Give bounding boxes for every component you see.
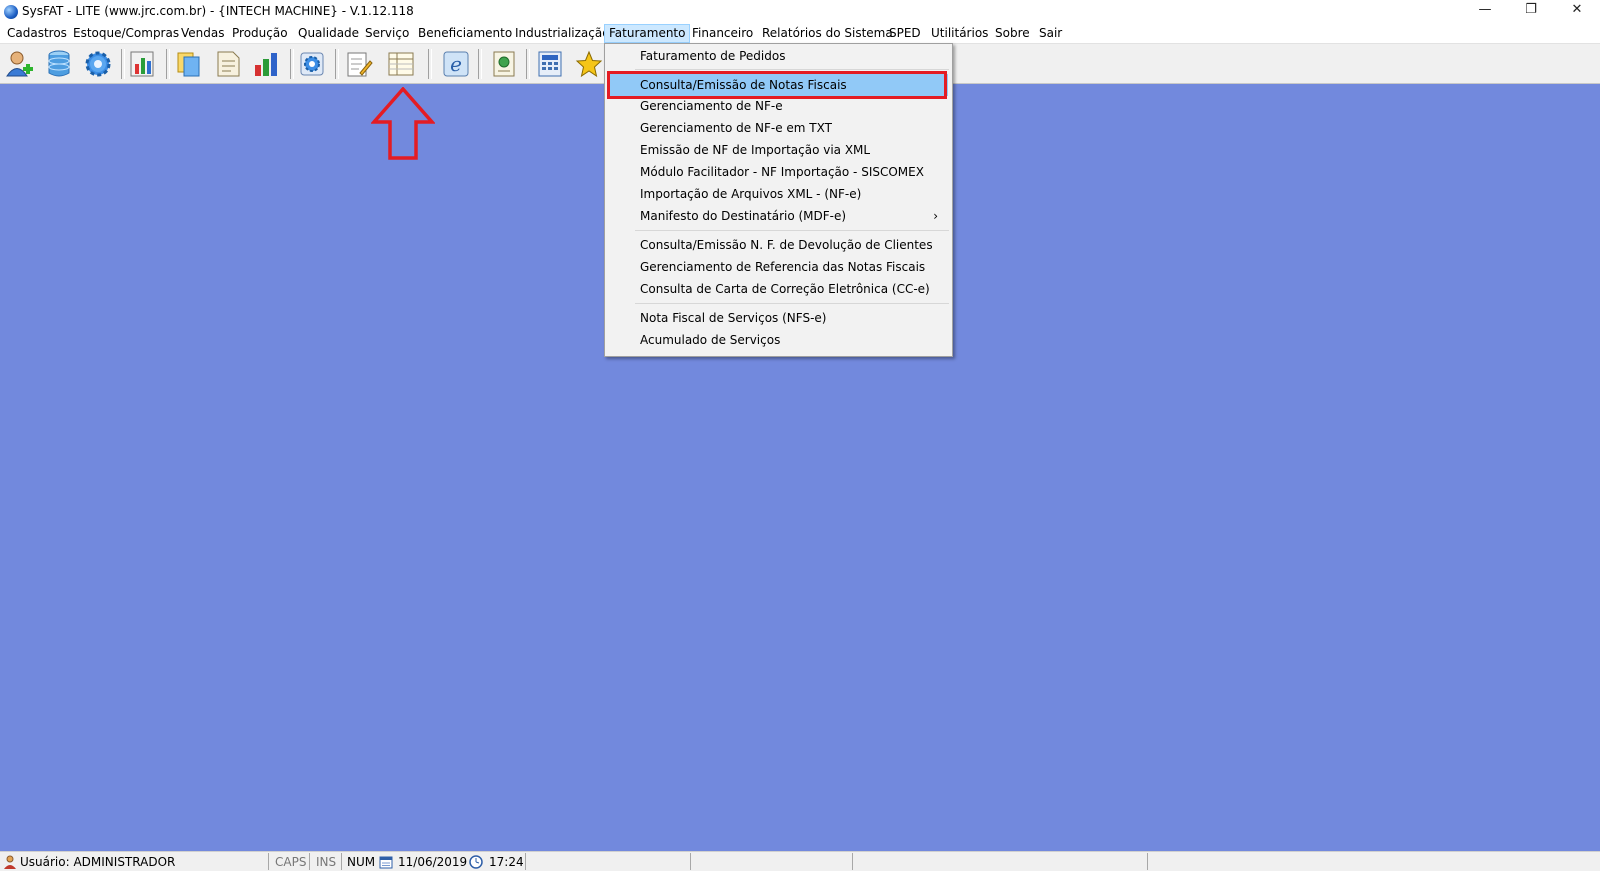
- menu-item-importacao-xml[interactable]: Importação de Arquivos XML - (NF-e): [607, 183, 948, 205]
- minimize-button[interactable]: —: [1462, 0, 1508, 22]
- menu-separator: [635, 303, 949, 304]
- menu-item-carta-correcao[interactable]: Consulta de Carta de Correção Eletrônica…: [607, 278, 948, 300]
- star-icon[interactable]: [574, 49, 604, 79]
- submenu-arrow-icon: ›: [933, 209, 938, 223]
- document-earth-icon[interactable]: [489, 49, 519, 79]
- edit-note-icon[interactable]: [344, 49, 374, 79]
- invoice-list-icon[interactable]: [386, 49, 416, 79]
- toolbar-separator: [121, 49, 125, 79]
- menu-item-gerenciamento-nfe-txt[interactable]: Gerenciamento de NF-e em TXT: [607, 117, 948, 139]
- menu-sair[interactable]: Sair: [1035, 25, 1066, 42]
- folders-icon[interactable]: [174, 49, 204, 79]
- title-bar: SysFAT - LITE (www.jrc.com.br) - {INTECH…: [0, 0, 1600, 24]
- status-bar: Usuário: ADMINISTRADOR CAPS INS NUM 11/0…: [0, 851, 1600, 871]
- menu-vendas[interactable]: Vendas: [177, 25, 229, 42]
- report-chart-icon[interactable]: [128, 49, 158, 79]
- calculator-icon[interactable]: [535, 49, 565, 79]
- menu-servico[interactable]: Serviço: [361, 25, 413, 42]
- annotation-arrow-icon: [371, 87, 435, 160]
- user-icon: [4, 855, 16, 869]
- menu-item-faturamento-pedidos[interactable]: Faturamento de Pedidos: [607, 45, 948, 67]
- nfe-icon[interactable]: e: [441, 49, 471, 79]
- app-globe-icon: [4, 5, 18, 19]
- status-divider: [309, 853, 310, 870]
- toolbar-separator: [166, 49, 170, 79]
- status-divider: [268, 853, 269, 870]
- menu-item-modulo-siscomex[interactable]: Módulo Facilitador - NF Importação - SIS…: [607, 161, 948, 183]
- window-title: SysFAT - LITE (www.jrc.com.br) - {INTECH…: [22, 4, 414, 18]
- menu-sped[interactable]: SPED: [885, 25, 925, 42]
- status-date: 11/06/2019: [398, 855, 468, 869]
- status-divider: [690, 853, 691, 870]
- clock-icon: [469, 855, 483, 869]
- document-icon[interactable]: [213, 49, 243, 79]
- gear-icon[interactable]: [83, 49, 113, 79]
- menu-utilitarios[interactable]: Utilitários: [927, 25, 992, 42]
- status-time: 17:24: [489, 855, 524, 869]
- menu-industrializacao[interactable]: Industrialização: [511, 25, 614, 42]
- status-divider: [852, 853, 853, 870]
- restore-button[interactable]: ❐: [1508, 0, 1554, 22]
- status-divider: [1147, 853, 1148, 870]
- menu-separator: [635, 230, 949, 231]
- status-divider: [341, 853, 342, 870]
- menu-item-emissao-nf-importacao[interactable]: Emissão de NF de Importação via XML: [607, 139, 948, 161]
- calendar-icon: [379, 856, 393, 869]
- menu-faturamento[interactable]: Faturamento: [604, 24, 691, 43]
- status-divider: [525, 853, 526, 870]
- status-ins: INS: [316, 855, 337, 869]
- toolbar-separator: [290, 49, 294, 79]
- menu-estoque-compras[interactable]: Estoque/Compras: [69, 25, 183, 42]
- menu-item-nfs-e[interactable]: Nota Fiscal de Serviços (NFS-e): [607, 307, 948, 329]
- status-num: NUM: [347, 855, 376, 869]
- database-icon[interactable]: [44, 49, 74, 79]
- toolbar-separator: [428, 49, 432, 79]
- menu-beneficiamento[interactable]: Beneficiamento: [414, 25, 516, 42]
- menu-cadastros[interactable]: Cadastros: [3, 25, 71, 42]
- annotation-highlight-box: [607, 71, 947, 99]
- status-user: Usuário: ADMINISTRADOR: [20, 855, 176, 869]
- menu-bar: Cadastros Estoque/Compras Vendas Produçã…: [0, 24, 1600, 44]
- menu-item-manifesto-destinatario[interactable]: Manifesto do Destinatário (MDF-e) ›: [607, 205, 948, 227]
- menu-separator: [635, 69, 949, 70]
- close-button[interactable]: ✕: [1554, 0, 1600, 22]
- bar-chart-icon[interactable]: [252, 49, 282, 79]
- settings-doc-icon[interactable]: [297, 49, 327, 79]
- menu-qualidade[interactable]: Qualidade: [294, 25, 363, 42]
- menu-relatorios[interactable]: Relatórios do Sistema: [758, 25, 897, 42]
- menu-financeiro[interactable]: Financeiro: [688, 25, 757, 42]
- menu-item-acumulado-servicos[interactable]: Acumulado de Serviços: [607, 329, 948, 351]
- menu-producao[interactable]: Produção: [228, 25, 292, 42]
- menu-item-devolucao-clientes[interactable]: Consulta/Emissão N. F. de Devolução de C…: [607, 234, 948, 256]
- status-caps: CAPS: [275, 855, 307, 869]
- toolbar-separator: [335, 49, 339, 79]
- svg-text:e: e: [450, 52, 462, 76]
- toolbar-separator: [478, 49, 482, 79]
- menu-sobre[interactable]: Sobre: [991, 25, 1034, 42]
- user-add-icon[interactable]: [4, 49, 34, 79]
- toolbar-separator: [526, 49, 530, 79]
- menu-item-referencia-notas[interactable]: Gerenciamento de Referencia das Notas Fi…: [607, 256, 948, 278]
